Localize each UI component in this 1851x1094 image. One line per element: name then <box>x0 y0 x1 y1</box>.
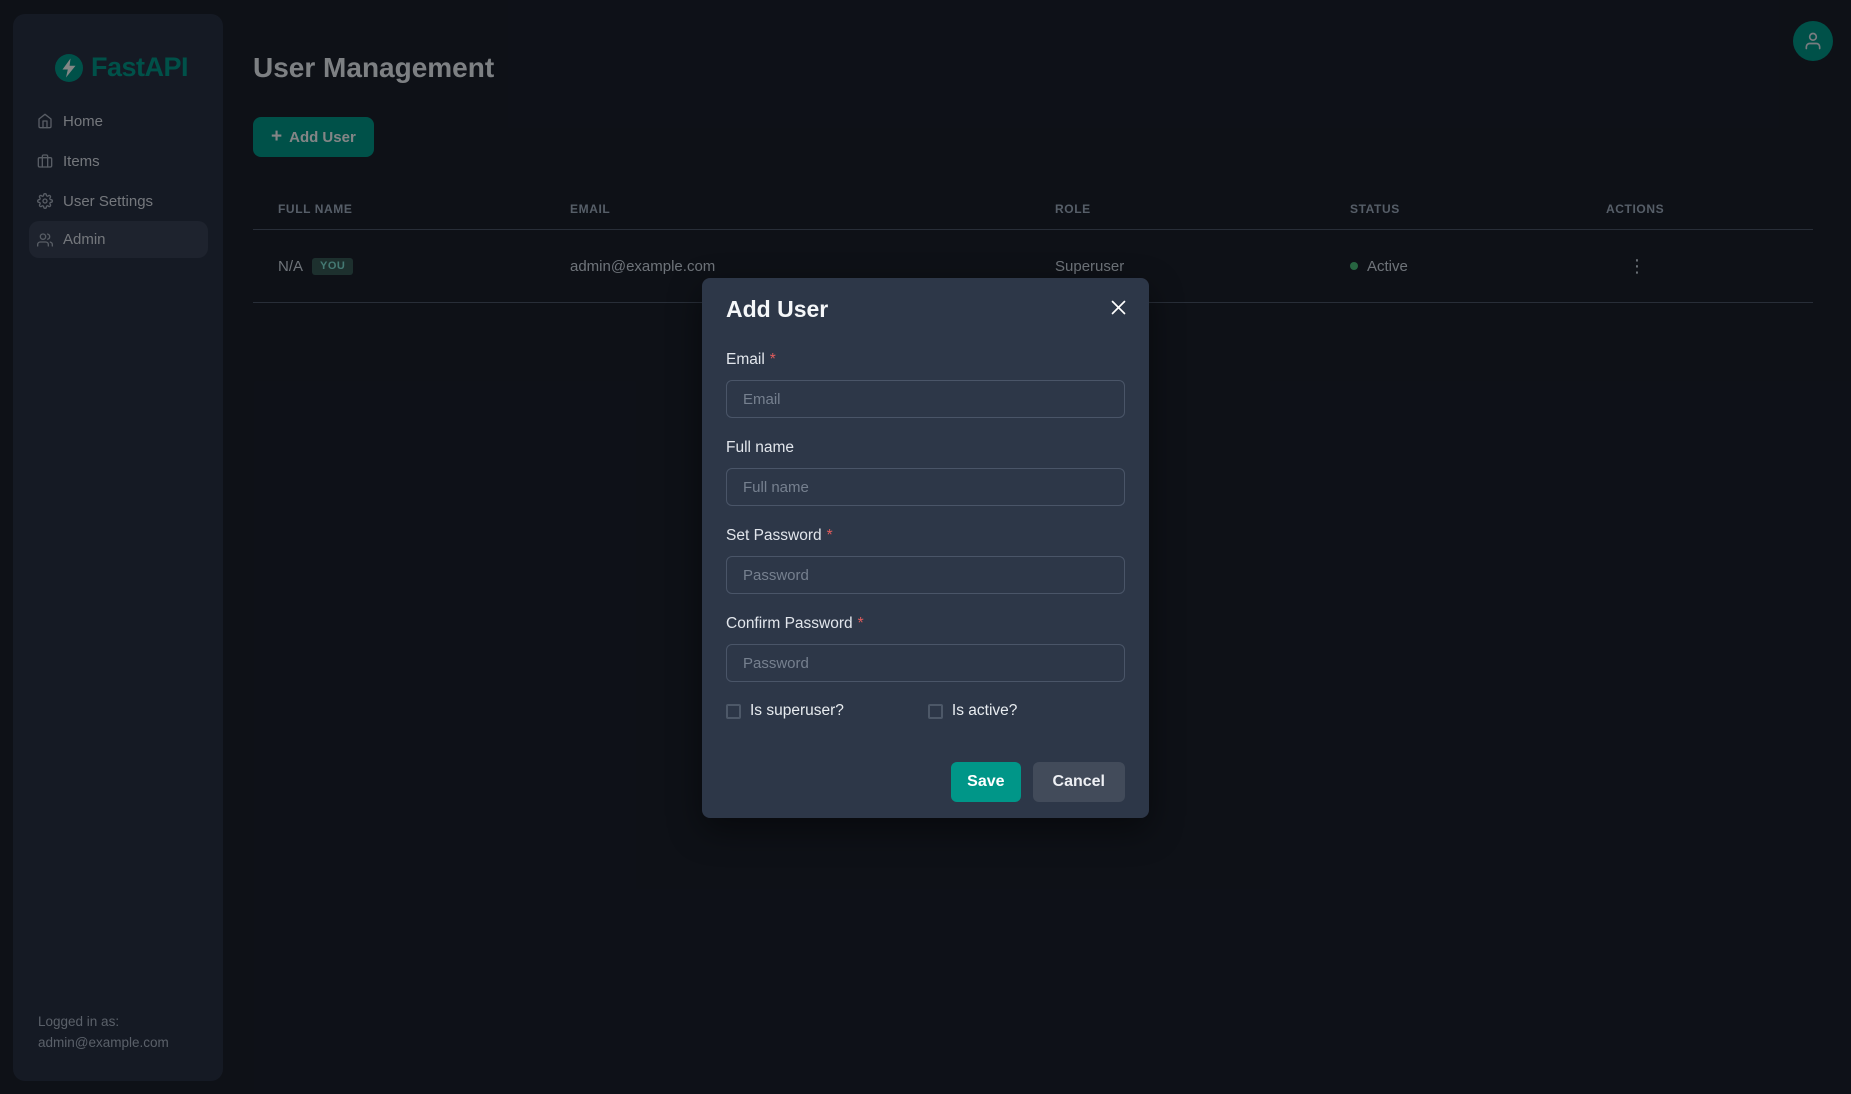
checkbox-box <box>928 704 943 719</box>
email-label: Email* <box>726 350 1125 370</box>
save-button[interactable]: Save <box>951 762 1020 802</box>
required-marker: * <box>770 351 776 368</box>
set-password-label: Set Password* <box>726 526 1125 546</box>
full-name-label: Full name <box>726 438 1125 458</box>
app-root: FastAPI Home Items User Settings <box>0 0 1851 1094</box>
modal-title: Add User <box>726 294 1125 324</box>
modal-actions: Save Cancel <box>726 762 1125 802</box>
close-button[interactable] <box>1104 293 1132 321</box>
required-marker: * <box>858 615 864 632</box>
checkbox-row: Is superuser? Is active? <box>726 702 1125 720</box>
checkbox-label: Is active? <box>952 702 1017 720</box>
set-password-field[interactable] <box>726 556 1125 594</box>
is-superuser-checkbox[interactable]: Is superuser? <box>726 702 844 720</box>
add-user-modal: Add User Email* Full name Set Password* … <box>702 278 1149 818</box>
full-name-field[interactable] <box>726 468 1125 506</box>
checkbox-box <box>726 704 741 719</box>
checkbox-label: Is superuser? <box>750 702 844 720</box>
is-active-checkbox[interactable]: Is active? <box>928 702 1017 720</box>
cancel-button[interactable]: Cancel <box>1033 762 1125 802</box>
required-marker: * <box>827 527 833 544</box>
close-icon <box>1111 300 1126 315</box>
confirm-password-label: Confirm Password* <box>726 614 1125 634</box>
confirm-password-field[interactable] <box>726 644 1125 682</box>
email-field[interactable] <box>726 380 1125 418</box>
